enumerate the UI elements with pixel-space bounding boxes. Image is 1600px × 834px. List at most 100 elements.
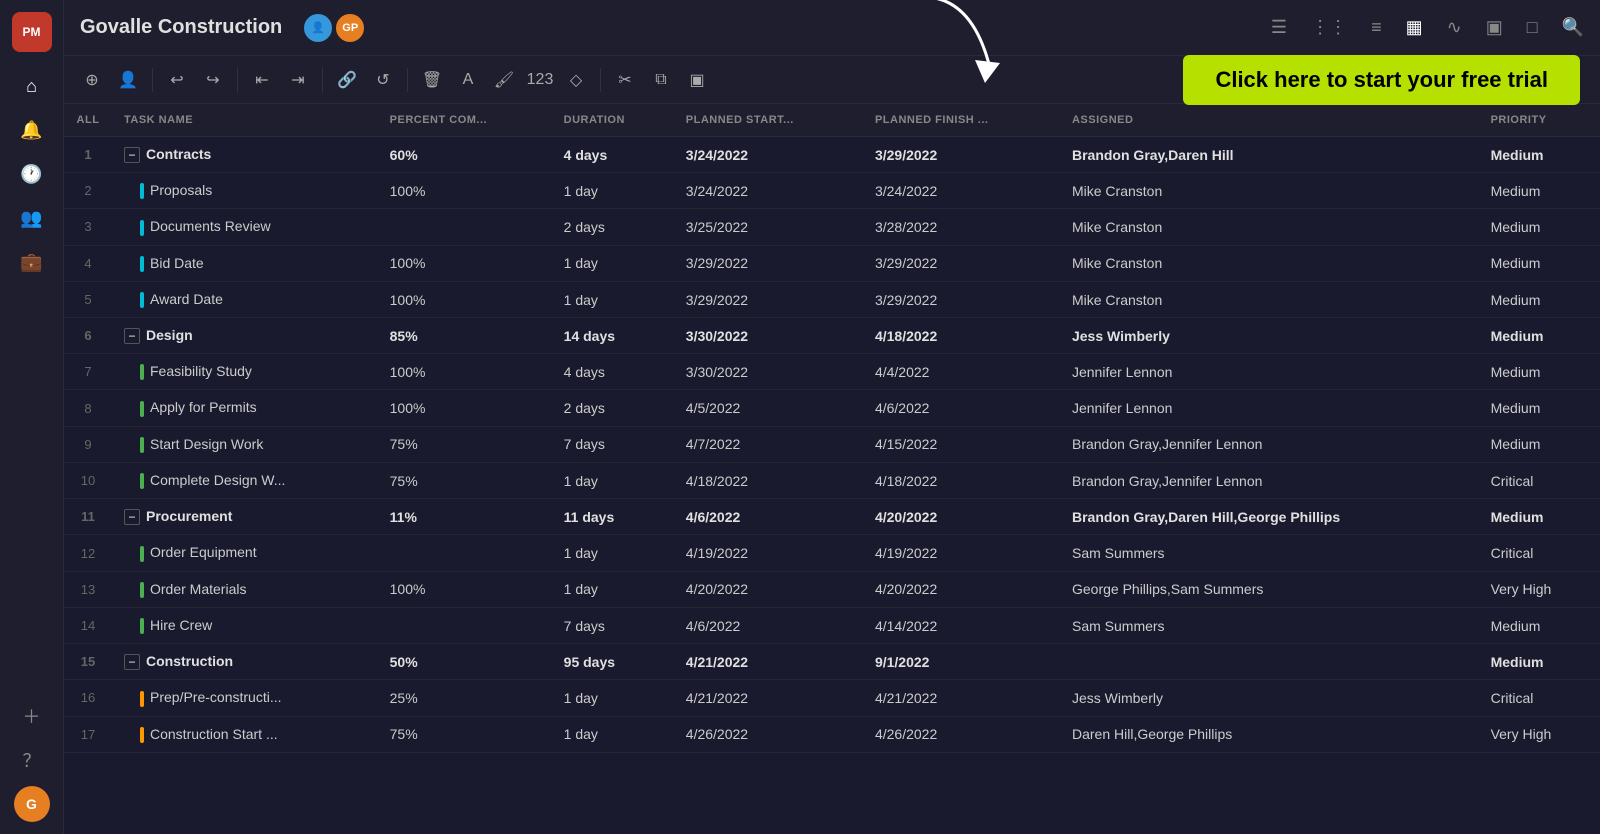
table-row[interactable]: 4Bid Date100%1 day3/29/20223/29/2022Mike… xyxy=(64,245,1600,281)
col-finish[interactable]: PLANNED FINISH ... xyxy=(863,104,1060,137)
table-row[interactable]: 9Start Design Work75%7 days4/7/20224/15/… xyxy=(64,426,1600,462)
nav-calendar-icon[interactable]: ▣ xyxy=(1482,13,1507,42)
add-task-button[interactable]: ⊕ xyxy=(76,64,108,96)
task-name-cell[interactable]: −Procurement xyxy=(112,499,378,535)
table-row[interactable]: 10Complete Design W...75%1 day4/18/20224… xyxy=(64,463,1600,499)
task-name-cell[interactable]: −Construction xyxy=(112,644,378,680)
group-toggle[interactable]: − xyxy=(124,328,140,344)
task-name-cell[interactable]: Proposals xyxy=(112,173,378,209)
table-row[interactable]: 5Award Date100%1 day3/29/20223/29/2022Mi… xyxy=(64,281,1600,317)
task-name-cell[interactable]: Order Equipment xyxy=(112,535,378,571)
task-name-cell[interactable]: Feasibility Study xyxy=(112,354,378,390)
task-name-cell[interactable]: Award Date xyxy=(112,281,378,317)
table-row[interactable]: 8Apply for Permits100%2 days4/5/20224/6/… xyxy=(64,390,1600,426)
nav-avatar-2[interactable]: GP xyxy=(334,12,366,44)
nav-list-icon[interactable]: ☰ xyxy=(1267,13,1291,42)
sidebar-bottom: ＋ ？ G xyxy=(14,698,50,822)
table-row[interactable]: 15−Construction50%95 days4/21/20229/1/20… xyxy=(64,644,1600,680)
col-all[interactable]: ALL xyxy=(64,104,112,137)
font-button[interactable]: A xyxy=(452,64,484,96)
number-button[interactable]: 123 xyxy=(524,64,556,96)
col-duration[interactable]: DURATION xyxy=(552,104,674,137)
task-name-cell[interactable]: Start Design Work xyxy=(112,426,378,462)
sidebar-item-portfolio[interactable]: 💼 xyxy=(14,244,50,280)
sidebar-item-recent[interactable]: 🕐 xyxy=(14,156,50,192)
task-name-cell[interactable]: Construction Start ... xyxy=(112,716,378,752)
col-assigned[interactable]: ASSIGNED xyxy=(1060,104,1479,137)
col-start[interactable]: PLANNED START... xyxy=(674,104,863,137)
group-toggle[interactable]: − xyxy=(124,147,140,163)
app-logo[interactable]: PM xyxy=(12,12,52,52)
copy-button[interactable]: ⧉ xyxy=(645,64,677,96)
indent-button[interactable]: ⇥ xyxy=(282,64,314,96)
start-cell: 4/7/2022 xyxy=(674,426,863,462)
redo-button[interactable]: ↪ xyxy=(197,64,229,96)
start-cell: 4/18/2022 xyxy=(674,463,863,499)
task-name-cell[interactable]: Hire Crew xyxy=(112,607,378,643)
col-percent[interactable]: PERCENT COM... xyxy=(378,104,552,137)
task-name-cell[interactable]: −Design xyxy=(112,318,378,354)
table-row[interactable]: 17Construction Start ...75%1 day4/26/202… xyxy=(64,716,1600,752)
assigned-cell: Jess Wimberly xyxy=(1060,318,1479,354)
finish-cell: 4/20/2022 xyxy=(863,571,1060,607)
task-name-cell[interactable]: Order Materials xyxy=(112,571,378,607)
outdent-button[interactable]: ⇤ xyxy=(246,64,278,96)
sidebar-item-help[interactable]: ？ xyxy=(14,742,50,778)
paste-button[interactable]: ▣ xyxy=(681,64,713,96)
assigned-cell: Brandon Gray,Daren Hill xyxy=(1060,137,1479,173)
nav-filter-icon[interactable]: ≡ xyxy=(1367,13,1386,42)
unlink-button[interactable]: ↺ xyxy=(367,64,399,96)
assigned-cell: Daren Hill,George Phillips xyxy=(1060,716,1479,752)
delete-button[interactable]: 🗑 xyxy=(416,64,448,96)
table-row[interactable]: 1−Contracts60%4 days3/24/20223/29/2022Br… xyxy=(64,137,1600,173)
table-row[interactable]: 13Order Materials100%1 day4/20/20224/20/… xyxy=(64,571,1600,607)
nav-chart-icon[interactable]: ∿ xyxy=(1443,13,1466,42)
free-trial-banner[interactable]: Click here to start your free trial xyxy=(1183,55,1580,105)
table-row[interactable]: 6−Design85%14 days3/30/20224/18/2022Jess… xyxy=(64,318,1600,354)
group-toggle[interactable]: − xyxy=(124,509,140,525)
task-name-cell[interactable]: Documents Review xyxy=(112,209,378,245)
separator-3 xyxy=(322,68,323,92)
assigned-cell: Jennifer Lennon xyxy=(1060,354,1479,390)
task-name-cell[interactable]: Prep/Pre-constructi... xyxy=(112,680,378,716)
task-name-cell[interactable]: −Contracts xyxy=(112,137,378,173)
finish-cell: 3/29/2022 xyxy=(863,245,1060,281)
task-name-cell[interactable]: Apply for Permits xyxy=(112,390,378,426)
add-user-button[interactable]: 👤 xyxy=(112,64,144,96)
duration-cell: 1 day xyxy=(552,535,674,571)
nav-columns-icon[interactable]: ⋮⋮ xyxy=(1307,13,1351,42)
col-task-name[interactable]: TASK NAME xyxy=(112,104,378,137)
start-cell: 3/24/2022 xyxy=(674,173,863,209)
table-row[interactable]: 3Documents Review2 days3/25/20223/28/202… xyxy=(64,209,1600,245)
row-id: 2 xyxy=(64,173,112,209)
task-name-cell[interactable]: Bid Date xyxy=(112,245,378,281)
sidebar-item-add[interactable]: ＋ xyxy=(14,698,50,734)
sidebar-item-home[interactable]: ⌂ xyxy=(14,68,50,104)
table-row[interactable]: 2Proposals100%1 day3/24/20223/24/2022Mik… xyxy=(64,173,1600,209)
undo-button[interactable]: ↩ xyxy=(161,64,193,96)
link-button[interactable]: 🔗 xyxy=(331,64,363,96)
nav-doc-icon[interactable]: □ xyxy=(1523,13,1542,42)
table-row[interactable]: 7Feasibility Study100%4 days3/30/20224/4… xyxy=(64,354,1600,390)
shape-button[interactable]: ◇ xyxy=(560,64,592,96)
search-button[interactable]: 🔍 xyxy=(1562,17,1584,38)
duration-cell: 1 day xyxy=(552,281,674,317)
percent-cell: 60% xyxy=(378,137,552,173)
table-row[interactable]: 12Order Equipment1 day4/19/20224/19/2022… xyxy=(64,535,1600,571)
percent-cell xyxy=(378,535,552,571)
main-content: Govalle Construction 👤 GP ☰ ⋮⋮ ≡ ▦ ∿ ▣ □… xyxy=(64,0,1600,834)
col-priority[interactable]: PRIORITY xyxy=(1479,104,1600,137)
nav-grid-icon[interactable]: ▦ xyxy=(1402,13,1427,42)
nav-avatar-1[interactable]: 👤 xyxy=(302,12,334,44)
paint-button[interactable]: 🖌 xyxy=(488,64,520,96)
row-color-bar xyxy=(140,582,144,598)
group-toggle[interactable]: − xyxy=(124,654,140,670)
user-avatar[interactable]: G xyxy=(14,786,50,822)
sidebar-item-people[interactable]: 👥 xyxy=(14,200,50,236)
table-row[interactable]: 11−Procurement11%11 days4/6/20224/20/202… xyxy=(64,499,1600,535)
table-row[interactable]: 14Hire Crew7 days4/6/20224/14/2022Sam Su… xyxy=(64,607,1600,643)
table-row[interactable]: 16Prep/Pre-constructi...25%1 day4/21/202… xyxy=(64,680,1600,716)
cut-button[interactable]: ✂ xyxy=(609,64,641,96)
sidebar-item-notifications[interactable]: 🔔 xyxy=(14,112,50,148)
task-name-cell[interactable]: Complete Design W... xyxy=(112,463,378,499)
